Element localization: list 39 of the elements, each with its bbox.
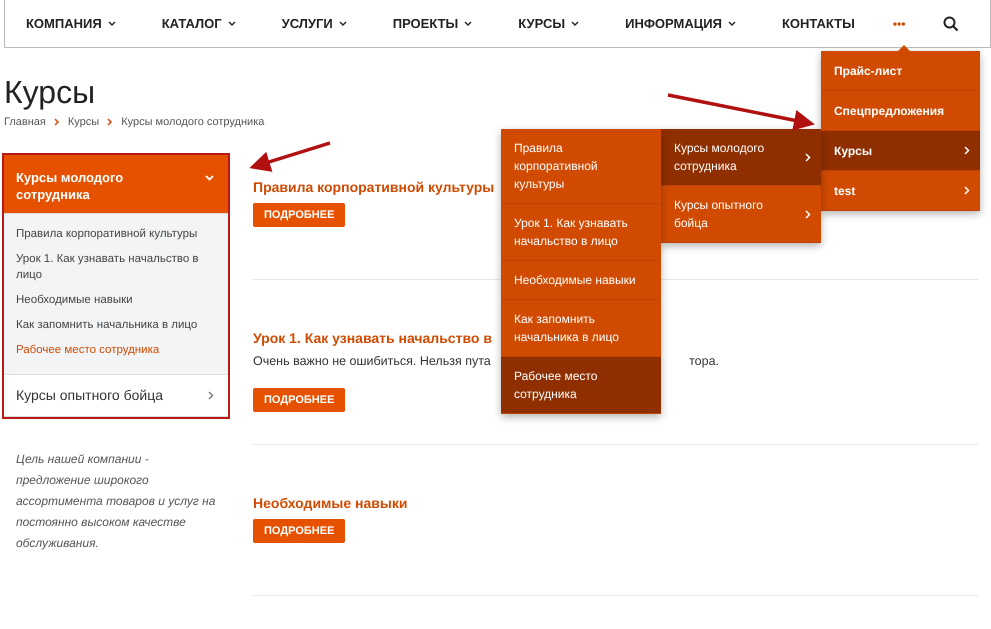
menu-item[interactable]: Правила корпоративной культуры bbox=[501, 129, 661, 204]
details-button[interactable]: ПОДРОБНЕЕ bbox=[253, 388, 346, 412]
menu-item[interactable]: Необходимые навыки bbox=[501, 261, 661, 300]
page-title: Курсы bbox=[4, 74, 96, 110]
nav-link[interactable]: ИНФОРМАЦИЯ bbox=[625, 16, 736, 31]
article-text: Очень важно не ошибиться. Нельзя пута bbox=[253, 354, 491, 368]
nav-link[interactable]: ПРОЕКТЫ bbox=[392, 16, 472, 31]
sidebar-link[interactable]: Правила корпоративной культуры bbox=[16, 226, 216, 242]
menu-item[interactable]: Прайс-лист bbox=[821, 51, 980, 91]
nav-link[interactable]: КАТАЛОГ bbox=[162, 16, 236, 31]
sidebar-link[interactable]: Необходимые навыки bbox=[16, 292, 216, 308]
details-button[interactable]: ПОДРОБНЕЕ bbox=[253, 203, 346, 227]
menu-item[interactable]: Курсы bbox=[821, 131, 980, 171]
nav-link[interactable]: КОНТАКТЫ bbox=[782, 16, 855, 31]
breadcrumb-link[interactable]: Курсы bbox=[68, 116, 100, 128]
chevron-icon bbox=[54, 118, 60, 126]
caret-icon bbox=[205, 175, 214, 181]
article-title[interactable]: Урок 1. Как узнавать начальство в bbox=[253, 330, 492, 346]
sidebar-link[interactable]: Урок 1. Как узнавать начальство в лицо bbox=[16, 251, 216, 283]
menu-item[interactable]: Рабочее место сотрудника bbox=[501, 357, 661, 414]
sidebar-link[interactable]: Как запомнить начальника в лицо bbox=[16, 317, 216, 333]
menu-item[interactable]: Урок 1. Как узнавать начальство в лицо bbox=[501, 204, 661, 261]
nav-link[interactable]: УСЛУГИ bbox=[282, 16, 347, 31]
nav-link[interactable]: КУРСЫ bbox=[518, 16, 580, 31]
details-button[interactable]: ПОДРОБНЕЕ bbox=[253, 519, 346, 543]
breadcrumb-link[interactable]: Главная bbox=[4, 116, 46, 128]
sidebar-section[interactable]: Курсы молодого сотрудника bbox=[4, 155, 228, 214]
more-button[interactable]: ••• bbox=[892, 16, 906, 30]
article-title[interactable]: Необходимые навыки bbox=[253, 495, 408, 511]
article-text: тора. bbox=[689, 354, 719, 368]
nav-link[interactable]: КОМПАНИЯ bbox=[26, 16, 116, 31]
motto-text: Цель нашей компании - предложение широкого ассортимента товаров и услуг на постоянно высоком качестве обслуживания. bbox=[16, 451, 216, 552]
chevron-icon bbox=[107, 118, 114, 126]
chevron-icon bbox=[208, 391, 214, 400]
menu-item[interactable]: Курсы молодого сотрудника bbox=[661, 129, 821, 186]
article-title[interactable]: Правила корпоративной культуры bbox=[253, 179, 494, 195]
search-icon[interactable] bbox=[943, 16, 960, 32]
sidebar-link[interactable]: Рабочее место сотрудника bbox=[16, 342, 216, 358]
breadcrumb-link[interactable]: Курсы молодого сотрудника bbox=[121, 116, 264, 128]
